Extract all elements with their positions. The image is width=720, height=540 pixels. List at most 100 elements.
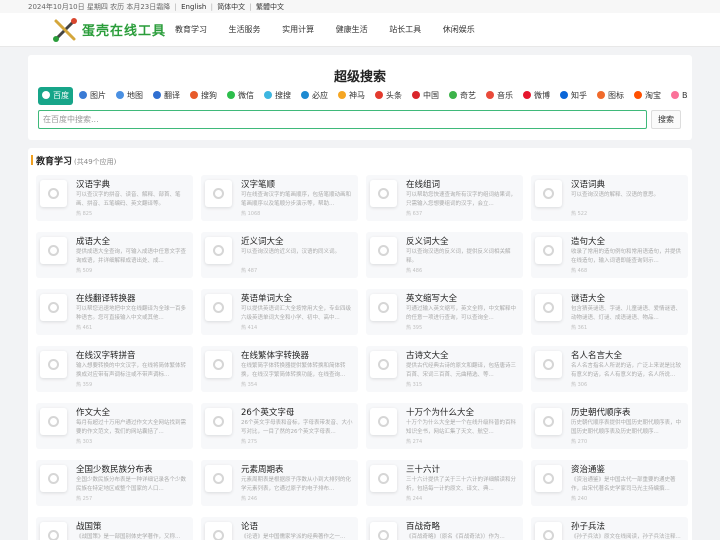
tool-description: 可以查汉字的拼音、读音、解释、部首、笔画、拼音、五笔编码、英文翻译等。 bbox=[76, 192, 181, 207]
divider: | bbox=[210, 3, 213, 11]
lang-simplified-link[interactable]: 简体中文 bbox=[217, 3, 245, 11]
engine-tab[interactable]: 微信 bbox=[223, 87, 258, 105]
tool-name: 谜语大全 bbox=[571, 294, 606, 304]
tool-card[interactable]: 近义词大全 可以查询汉语的近义词，汉语的同义词。热 487 bbox=[201, 232, 358, 278]
tool-thumbnail bbox=[535, 294, 562, 321]
tool-description: 可以查询汉语的反义词，提供反义词相关解释。 bbox=[406, 249, 511, 264]
tool-card[interactable]: 成语大全 提供成语大全查询，可输入成语中任意文字查询成语，并详细解释成语出处、成.… bbox=[36, 232, 193, 278]
engine-icon bbox=[449, 91, 457, 99]
engine-tab[interactable]: 音乐 bbox=[482, 87, 517, 105]
tool-description: 历史朝代顺序表提供中国历史朝代顺序表，中国历史朝代顺序表及历史朝代顺序... bbox=[571, 420, 682, 435]
engine-icon bbox=[412, 91, 420, 99]
engine-tab[interactable]: 淘宝 bbox=[630, 87, 665, 105]
nav-item-health[interactable]: 健康生活 bbox=[336, 25, 368, 34]
tool-name: 资治通鉴 bbox=[571, 465, 606, 475]
engine-tab[interactable]: 翻译 bbox=[149, 87, 184, 105]
engine-icon bbox=[597, 91, 605, 99]
engine-label: 地图 bbox=[127, 91, 143, 100]
tool-name: 在线组词 bbox=[406, 180, 441, 190]
tools-logo-icon[interactable] bbox=[52, 17, 80, 43]
engine-tab[interactable]: 必应 bbox=[297, 87, 332, 105]
search-input[interactable]: 在百度中搜索... bbox=[38, 110, 647, 129]
engine-label: 知乎 bbox=[571, 91, 587, 100]
search-title: 超级搜索 bbox=[333, 70, 386, 85]
engine-tab[interactable]: 搜搜 bbox=[260, 87, 295, 105]
tool-card[interactable]: 英文缩写大全 可通过输入英文缩写，英文全称，中文解释中的任意一项进行查询，可以查询… bbox=[366, 289, 523, 335]
tool-card[interactable]: 在线繁体字转换器 在线繁简字体转换器提供繁体转换和简体转换，在线汉字繁简体转换功能… bbox=[201, 346, 358, 392]
tool-thumbnail bbox=[370, 180, 397, 207]
tool-card[interactable]: 英语单词大全 可以提供英语词汇大全按常用大全，专业四级六级英语单词大全和小学、初中… bbox=[201, 289, 358, 335]
nav-item-calc[interactable]: 实用计算 bbox=[282, 25, 314, 34]
engine-label: 奇艺 bbox=[460, 91, 476, 100]
tool-name: 汉字笔顺 bbox=[241, 180, 276, 190]
engine-label: 搜搜 bbox=[275, 91, 291, 100]
engine-tab[interactable]: B站 bbox=[667, 87, 688, 105]
tool-name: 历史朝代顺序表 bbox=[571, 408, 631, 418]
top-info-bar: 2024年10月10日 星期四 农历 本月23日霜降 | English | 简… bbox=[0, 0, 720, 13]
tool-card[interactable]: 三十六计 三十六计提供了关于三十六计的详细解读和分析，包括每一计的原文、译文、典.… bbox=[366, 460, 523, 506]
tool-thumbnail bbox=[370, 237, 397, 264]
tool-placeholder-icon bbox=[378, 530, 389, 540]
search-button[interactable]: 搜索 bbox=[651, 110, 681, 129]
engine-tab[interactable]: 搜狗 bbox=[186, 87, 221, 105]
tool-card[interactable]: 26个英文字母 26个英文字母表和音标，字母表带发音、大小写对比，一目了然的26个… bbox=[201, 403, 358, 449]
tool-name: 反义词大全 bbox=[406, 237, 449, 247]
tool-placeholder-icon bbox=[48, 245, 59, 256]
tool-views: 热 509 bbox=[76, 268, 93, 274]
engine-tab[interactable]: 百度 bbox=[38, 87, 73, 105]
tool-card[interactable]: 资治通鉴 《资治通鉴》是中国古代一部重要的通史著作，由宋代著名史学家司马光主持编撰… bbox=[531, 460, 688, 506]
tool-placeholder-icon bbox=[213, 416, 224, 427]
lang-english-link[interactable]: English bbox=[181, 3, 206, 11]
tool-card[interactable]: 在线组词 可以帮助您快速查询所有汉字的组词结果词，只需输入您想要组词的汉字，会立.… bbox=[366, 175, 523, 221]
nav-item-education[interactable]: 教育学习 bbox=[175, 25, 207, 34]
tool-card[interactable]: 反义词大全 可以查询汉语的反义词，提供反义词相关解释。热 486 bbox=[366, 232, 523, 278]
tool-card[interactable]: 在线翻译转换器 可以帮您迅速地把中文在线翻译为全球一百多种语言。您可直接输入中文或… bbox=[36, 289, 193, 335]
engine-label: 必应 bbox=[312, 91, 328, 100]
tool-card[interactable]: 论语 《论语》是中国儒家学派的经典著作之一... bbox=[201, 517, 358, 540]
engine-tab[interactable]: 神马 bbox=[334, 87, 369, 105]
tool-card[interactable]: 战国策 《战国策》是一部国别体史学著作，又称... bbox=[36, 517, 193, 540]
tool-description: 可以帮您迅速地把中文在线翻译为全球一百多种语言。您可直接输入中文或其他... bbox=[76, 306, 187, 321]
engine-tab[interactable]: 微博 bbox=[519, 87, 554, 105]
engine-icon bbox=[634, 91, 642, 99]
site-brand[interactable]: 蛋壳在线工具 bbox=[82, 20, 166, 39]
lang-traditional-link[interactable]: 繁體中文 bbox=[256, 3, 284, 11]
tool-card[interactable]: 汉语字典 可以查汉字的拼音、读音、解释、部首、笔画、拼音、五笔编码、英文翻译等。热… bbox=[36, 175, 193, 221]
engine-tab[interactable]: 图标 bbox=[593, 87, 628, 105]
engine-label: 翻译 bbox=[164, 91, 180, 100]
tool-thumbnail bbox=[370, 408, 397, 435]
tool-views: 热 825 bbox=[76, 211, 93, 217]
engine-icon bbox=[116, 91, 124, 99]
tool-card[interactable]: 作文大全 每月有超过十万用户通过作文大全网站找到需要的作文范文，我们的网站囊括了.… bbox=[36, 403, 193, 449]
tool-card[interactable]: 造句大全 收录了常用的造句例句和常用语造句，并提供在线造句，输入词语即能查询到示.… bbox=[531, 232, 688, 278]
tool-thumbnail bbox=[205, 351, 232, 378]
tool-placeholder-icon bbox=[378, 359, 389, 370]
tool-placeholder-icon bbox=[48, 302, 59, 313]
tool-card[interactable]: 谜语大全 包含猜英谜语、字谜、儿童谜语、爱情谜语、动物谜语、灯谜、成语谜语、物品.… bbox=[531, 289, 688, 335]
engine-tab[interactable]: 图片 bbox=[75, 87, 110, 105]
tool-card[interactable]: 在线汉字转拼音 输入想要转换的中文汉字，在线将简体繁体转换成对应带有声调标注或不带… bbox=[36, 346, 193, 392]
tool-name: 作文大全 bbox=[76, 408, 111, 418]
tool-card[interactable]: 古诗文大全 提供古代经典古诗的原文和翻译，包括唐诗三百首、宋词三百首、元曲精选、等… bbox=[366, 346, 523, 392]
tool-thumbnail bbox=[205, 180, 232, 207]
tool-card[interactable]: 十万个为什么大全 十万个为什么大全是一个在线升级科普的百科知识全书，网站汇集了天文… bbox=[366, 403, 523, 449]
tool-card[interactable]: 元素周期表 元素周期表是根据原子序数从小到大排列的化学元素列表，它通过原子的电子排… bbox=[201, 460, 358, 506]
tool-card[interactable]: 汉字笔顺 可在线查询汉字的笔画顺序，包括笔顺动画和笔画顺序以及笔顺分步演示等，帮助… bbox=[201, 175, 358, 221]
engine-tab[interactable]: 地图 bbox=[112, 87, 147, 105]
engine-tab[interactable]: 中国 bbox=[408, 87, 443, 105]
tool-card[interactable]: 孙子兵法 《孙子兵法》原文在线阅读，孙子兵法注释... bbox=[531, 517, 688, 540]
tool-card[interactable]: 汉语词典 可以查询汉语的解释、汉语的意思。热 522 bbox=[531, 175, 688, 221]
engine-tab[interactable]: 奇艺 bbox=[445, 87, 480, 105]
nav-item-fun[interactable]: 休闲娱乐 bbox=[443, 25, 475, 34]
nav-item-life[interactable]: 生活服务 bbox=[229, 25, 261, 34]
tool-card[interactable]: 名人名言大全 名人名言指名人所说的话，广泛上来说是比较有意义的话，名人有意义的话，… bbox=[531, 346, 688, 392]
tool-card[interactable]: 百战奇略 《百战奇略》（原名《百战奇法》）作为... bbox=[366, 517, 523, 540]
section-title: 教育学习 (共49个应用) bbox=[31, 154, 116, 167]
tool-card[interactable]: 全国少数民族分布表 全国少数民族分布表是一种详细记录各个少数民族在特定地区或整个国… bbox=[36, 460, 193, 506]
tool-thumbnail bbox=[370, 465, 397, 492]
nav-item-webmaster[interactable]: 站长工具 bbox=[389, 25, 421, 34]
engine-tab[interactable]: 头条 bbox=[371, 87, 406, 105]
engine-tab[interactable]: 知乎 bbox=[556, 87, 591, 105]
tool-card[interactable]: 历史朝代顺序表历史朝代顺序表提供中国历史朝代顺序表，中国历史朝代顺序表及历史朝代… bbox=[531, 403, 688, 449]
tool-description: 《论语》是中国儒家学派的经典著作之一... bbox=[241, 534, 346, 540]
